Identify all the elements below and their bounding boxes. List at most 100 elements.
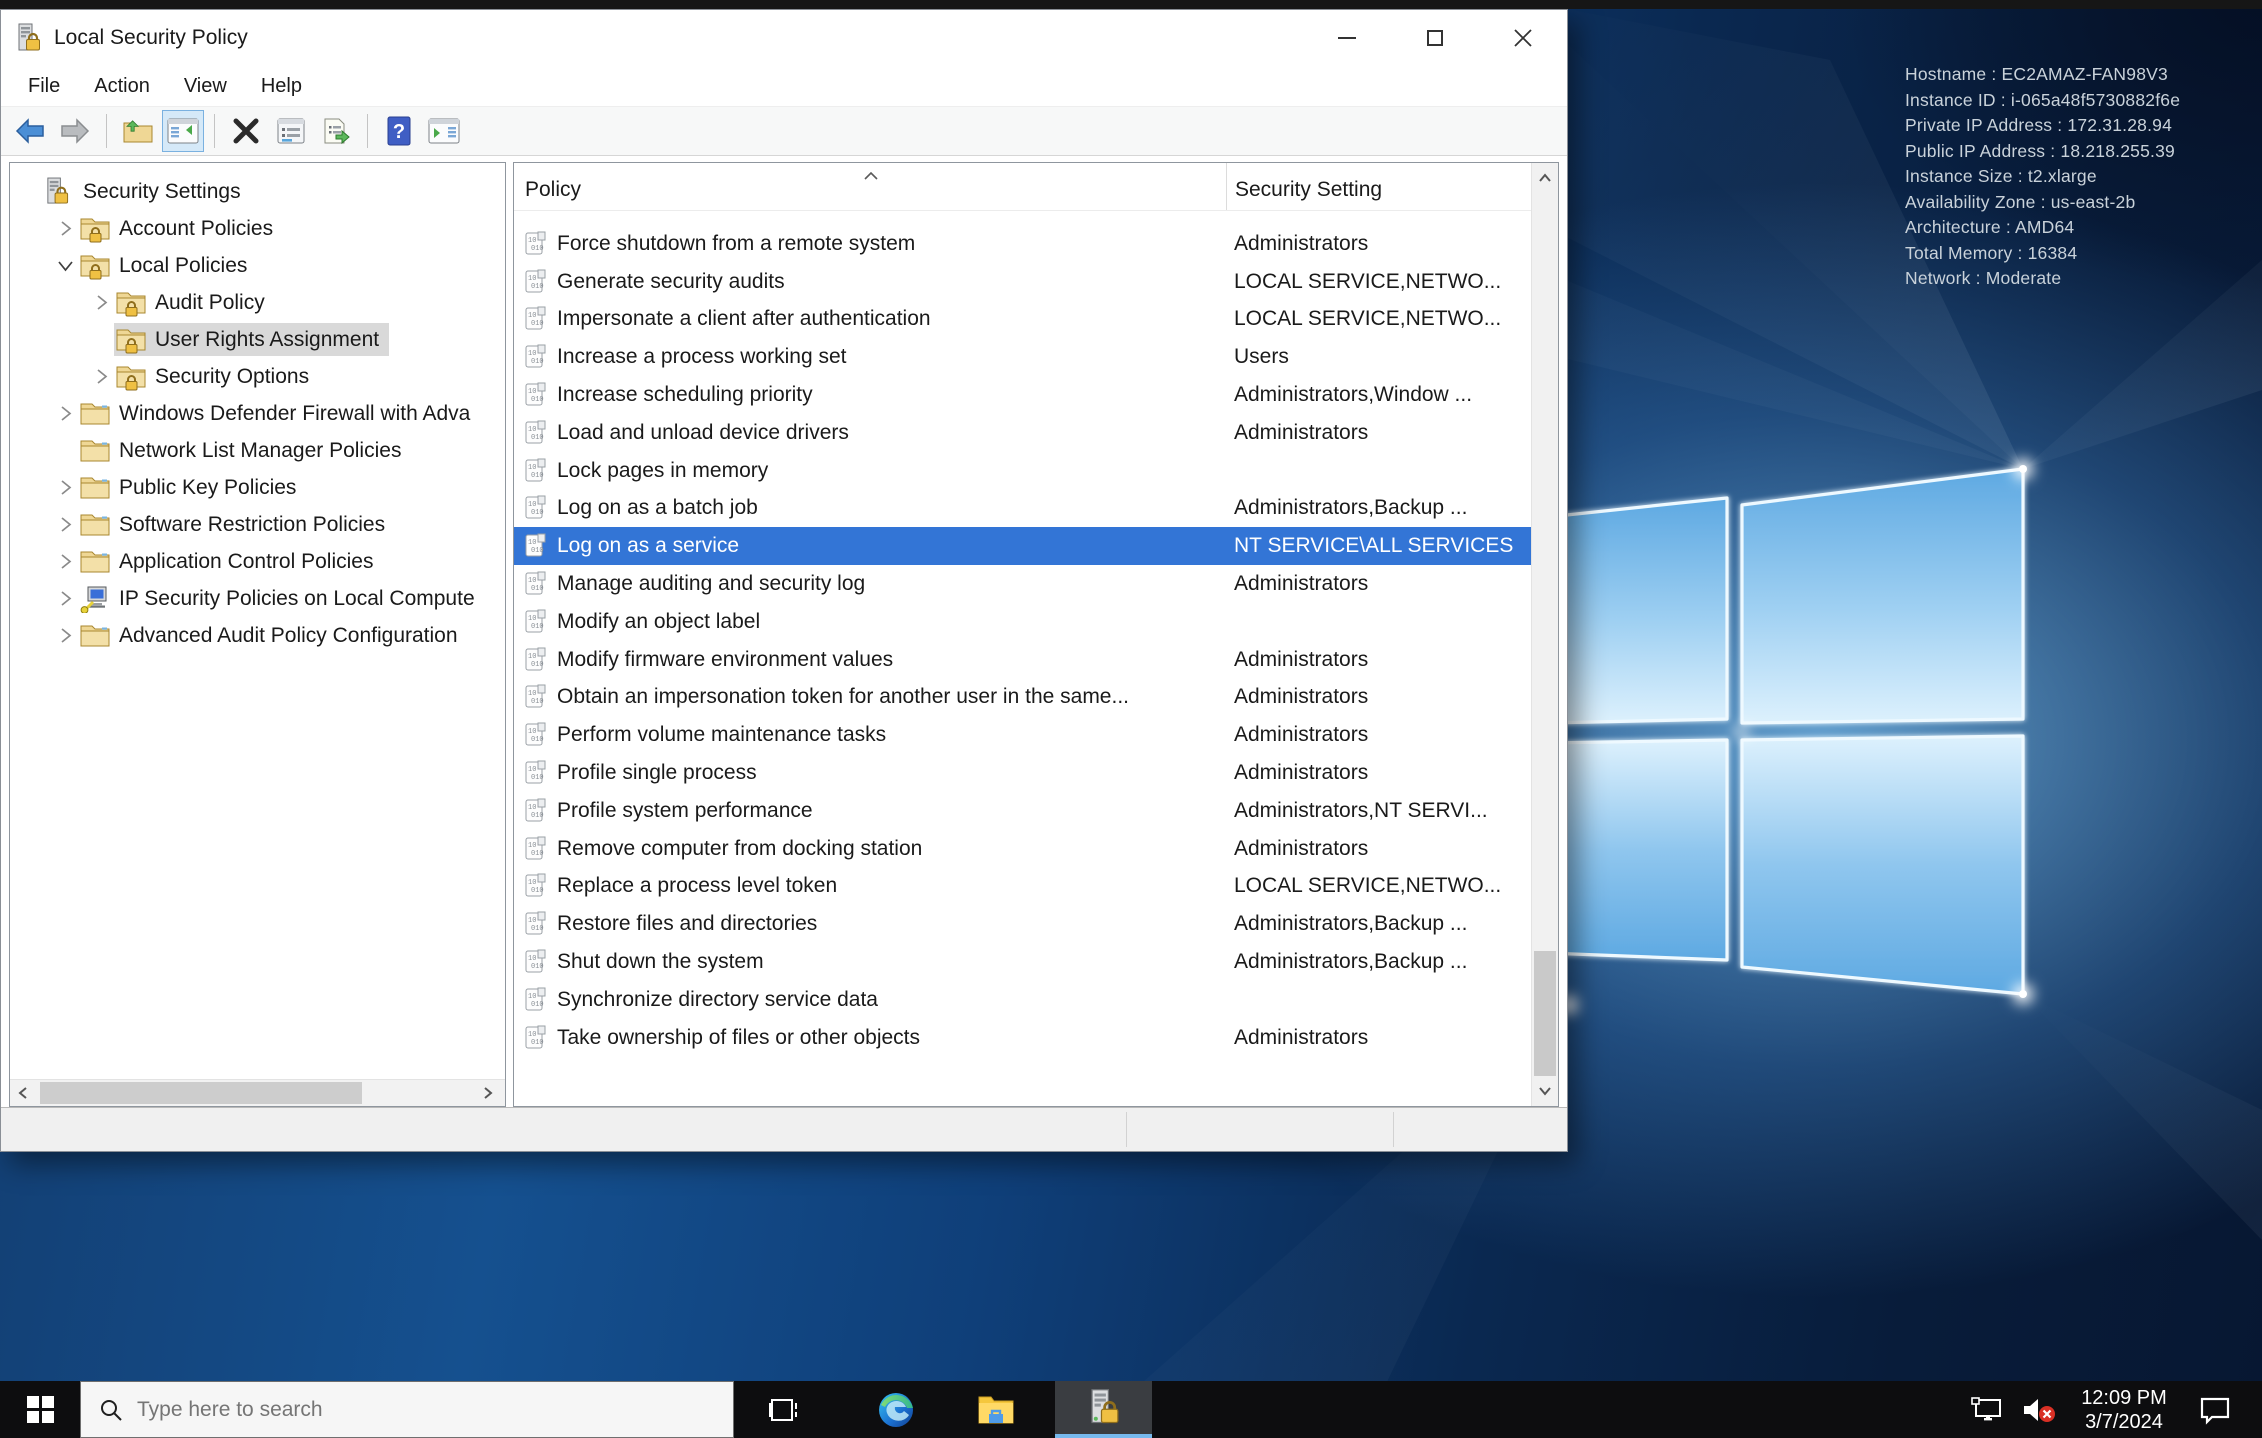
tree-item[interactable]: Security Settings [10,173,505,210]
task-view-button[interactable] [748,1381,820,1438]
scroll-up-arrow[interactable] [1532,165,1558,191]
policy-row[interactable]: 10 010 Remove computer from docking stati… [514,830,1531,868]
menu-file[interactable]: File [11,66,77,106]
policy-row[interactable]: 10 010 Perform volume maintenance tasks A… [514,716,1531,754]
tree-item[interactable]: Local Policies [10,247,505,284]
file-explorer-button[interactable] [960,1381,1032,1438]
scrollbar-thumb[interactable] [40,1082,362,1104]
forward-button[interactable] [54,110,96,152]
policy-row[interactable]: 10 010 Replace a process level token LOCA… [514,868,1531,906]
tree-expander-icon[interactable] [52,586,78,612]
tree-item-label: Advanced Audit Policy Configuration [119,623,458,647]
network-tray-button[interactable] [1962,1381,2012,1438]
scrollbar-thumb[interactable] [1534,951,1556,1076]
instance-info-line: Hostname : EC2AMAZ-FAN98V3 [1905,64,2168,84]
tree-item[interactable]: Audit Policy [10,284,505,321]
close-button[interactable] [1479,10,1567,66]
policy-row[interactable]: 10 010 Modify an object label [514,603,1531,641]
policy-row[interactable]: 10 010 Log on as a service NT SERVICE\ALL… [514,527,1531,566]
app-icon[interactable] [15,23,42,54]
policy-row[interactable]: 10 010 Lock pages in memory [514,452,1531,490]
minimize-button[interactable] [1303,10,1391,66]
instance-info-line: Architecture : AMD64 [1905,217,2075,237]
up-one-level-button[interactable] [117,110,159,152]
properties-button[interactable] [270,110,312,152]
policy-row[interactable]: 10 010 Increase scheduling priority Admin… [514,376,1531,414]
security-setting-cell: LOCAL SERVICE,NETWO... [1234,874,1502,898]
policy-row[interactable]: 10 010 Force shutdown from a remote syste… [514,225,1531,263]
tree-item[interactable]: IP Security Policies on Local Compute [10,580,505,617]
scroll-down-arrow[interactable] [1532,1078,1558,1104]
menu-action[interactable]: Action [77,66,167,106]
svg-text:10: 10 [528,539,536,547]
back-button[interactable] [9,110,51,152]
list-vertical-scrollbar[interactable] [1531,163,1558,1106]
tree-expander-icon[interactable] [52,438,78,464]
export-list-button[interactable] [315,110,357,152]
list-header: Policy Security Setting [514,163,1558,211]
scroll-left-arrow[interactable] [10,1080,36,1107]
tree-expander-icon[interactable] [52,216,78,242]
tree-expander-icon[interactable] [52,475,78,501]
policy-row[interactable]: 10 010 Profile single process Administrat… [514,754,1531,792]
action-center-button[interactable] [2182,1381,2248,1438]
tree-item[interactable]: Network List Manager Policies [10,432,505,469]
show-console-tree-button[interactable] [162,110,204,152]
tree-item[interactable]: Security Options [10,358,505,395]
policy-row[interactable]: 10 010 Impersonate a client after authent… [514,301,1531,339]
toolbar-separator [106,114,107,148]
policy-row[interactable]: 10 010 Obtain an impersonation token for … [514,679,1531,717]
policy-row[interactable]: 10 010 Log on as a batch job Administrato… [514,490,1531,528]
edge-button[interactable] [860,1381,932,1438]
help-button[interactable]: ? [378,110,420,152]
tree-item[interactable]: Software Restriction Policies [10,506,505,543]
policy-row[interactable]: 10 010 Shut down the system Administrator… [514,943,1531,981]
policy-row[interactable]: 10 010 Generate security audits LOCAL SER… [514,263,1531,301]
tree-expander-icon[interactable] [88,327,114,353]
tree-expander-icon[interactable] [16,179,42,205]
scroll-right-arrow[interactable] [475,1080,501,1107]
policy-document-icon: 10 010 [522,836,548,862]
tree-item[interactable]: Account Policies [10,210,505,247]
policy-row[interactable]: 10 010 Increase a process working set Use… [514,338,1531,376]
policy-document-icon: 10 010 [522,760,548,786]
start-button[interactable] [0,1381,80,1438]
menu-help[interactable]: Help [244,66,319,106]
tree-expander-icon[interactable] [52,401,78,427]
show-action-pane-button[interactable] [423,110,465,152]
svg-text:010: 010 [531,396,544,404]
tree-expander-icon[interactable] [52,549,78,575]
tree-expander-icon[interactable] [88,290,114,316]
tree-expander-icon[interactable] [52,623,78,649]
tree-expander-icon[interactable] [88,364,114,390]
taskbar-search[interactable] [80,1381,734,1438]
column-header-security-setting[interactable]: Security Setting [1226,163,1558,210]
local-security-policy-taskbar-button[interactable] [1055,1381,1152,1438]
tree-expander-icon[interactable] [52,512,78,538]
policy-row[interactable]: 10 010 Modify firmware environment values… [514,641,1531,679]
policy-row[interactable]: 10 010 Load and unload device drivers Adm… [514,414,1531,452]
tree-item[interactable]: Public Key Policies [10,469,505,506]
policy-row[interactable]: 10 010 Profile system performance Adminis… [514,792,1531,830]
maximize-button[interactable] [1391,10,1479,66]
policy-row[interactable]: 10 010 Manage auditing and security log A… [514,565,1531,603]
tree-horizontal-scrollbar[interactable] [10,1079,505,1106]
policy-row[interactable]: 10 010 Restore files and directories Admi… [514,905,1531,943]
policy-row[interactable]: 10 010 Synchronize directory service data [514,981,1531,1019]
tree-item[interactable]: User Rights Assignment [10,321,505,358]
taskbar-clock[interactable]: 12:09 PM 3/7/2024 [2066,1381,2182,1438]
menu-view[interactable]: View [167,66,244,106]
tree-item[interactable]: Windows Defender Firewall with Adva [10,395,505,432]
delete-button[interactable] [225,110,267,152]
svg-text:10: 10 [528,879,536,887]
search-input[interactable] [137,1397,657,1422]
file-explorer-icon [978,1396,1014,1423]
volume-tray-button[interactable] [2012,1381,2066,1438]
tree-expander-icon[interactable] [52,253,78,279]
tree-item[interactable]: Advanced Audit Policy Configuration [10,617,505,654]
tree-item[interactable]: Application Control Policies [10,543,505,580]
policy-row[interactable]: 10 010 Take ownership of files or other o… [514,1019,1531,1057]
policy-list-pane: Policy Security Setting 10 010 Force shut… [513,162,1559,1107]
tree-item-icon [80,548,110,576]
title-bar: Local Security Policy [1,10,1567,66]
